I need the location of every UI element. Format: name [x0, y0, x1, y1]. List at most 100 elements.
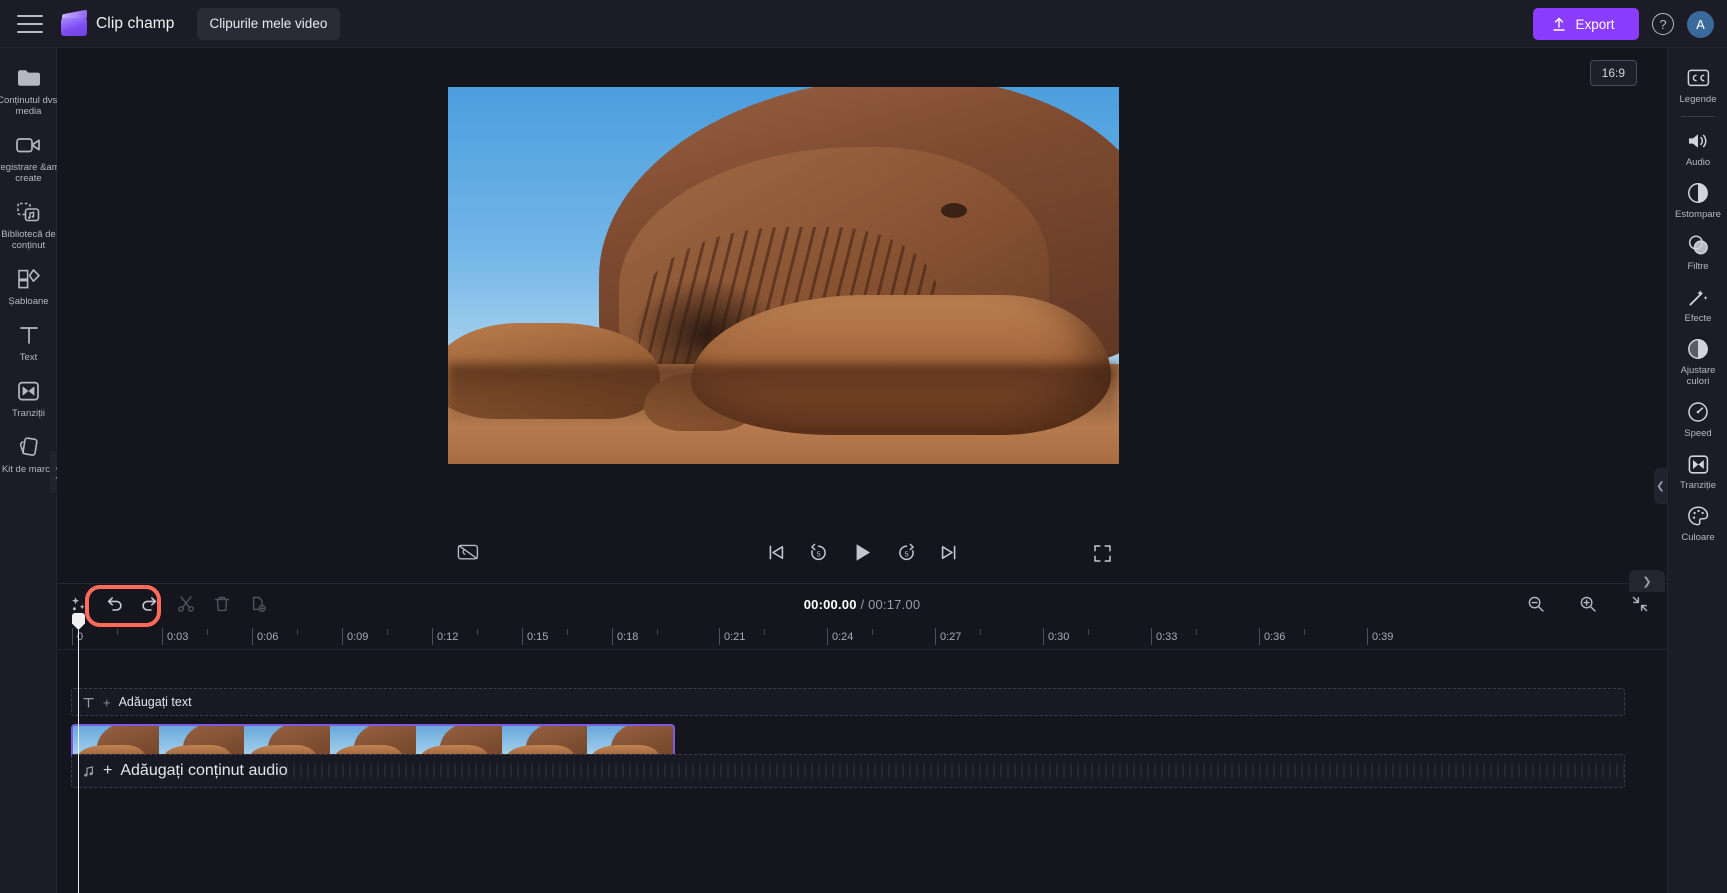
content-library-icon — [16, 199, 41, 225]
panel-item-filters[interactable]: Filtre — [1668, 225, 1727, 277]
text-icon — [18, 322, 40, 348]
ruler-tick-label: 0:30 — [1048, 631, 1070, 643]
panel-item-label: Tranziție — [1679, 480, 1717, 491]
aspect-ratio-badge[interactable]: 16:9 — [1589, 60, 1637, 86]
transport-controls: 5 5 — [57, 541, 1667, 564]
panel-item-label: Efecte — [1684, 313, 1712, 324]
preview-cave-hollow — [941, 203, 967, 218]
zoom-out-icon[interactable] — [1521, 589, 1551, 619]
speaker-icon — [1686, 129, 1710, 153]
panel-item-label: Estompare — [1675, 209, 1721, 220]
time-readout: 00:00.00 / 00:17.00 — [57, 597, 1667, 612]
sidebar-item-record-create[interactable]: Înregistrare &amp; create — [0, 123, 68, 190]
add-text-track[interactable]: + Adăugați text — [71, 688, 1625, 716]
ruler-tick-label: 0:09 — [347, 631, 369, 643]
panel-item-captions[interactable]: Legende — [1668, 58, 1727, 110]
ruler-tick-label: 0:21 — [724, 631, 746, 643]
fade-icon — [1687, 181, 1709, 205]
project-name-field[interactable]: Clipurile mele video — [196, 7, 341, 40]
help-circle-icon[interactable]: ? — [1652, 13, 1674, 35]
panel-item-color-adjust[interactable]: Ajustare culori — [1668, 329, 1727, 392]
closed-captions-icon — [1687, 66, 1710, 90]
effects-wand-icon — [1687, 285, 1710, 309]
top-bar-actions: Export ? A — [1533, 0, 1714, 48]
sidebar-item-templates[interactable]: Șabloane — [0, 257, 57, 313]
left-sidebar: Conținutul dvs. media Înregistrare &amp;… — [0, 48, 68, 893]
preview-ground-shadow — [448, 364, 1119, 422]
add-audio-track[interactable]: + Adăugați conținut audio — [71, 754, 1625, 788]
add-audio-plus: + — [103, 762, 113, 779]
svg-text:5: 5 — [904, 550, 908, 559]
templates-icon — [17, 266, 41, 292]
video-preview[interactable] — [448, 87, 1119, 464]
fullscreen-icon[interactable] — [1093, 544, 1112, 563]
panel-item-label: Ajustare culori — [1680, 365, 1716, 387]
add-text-label: Adăugați text — [118, 695, 192, 709]
forward-5s-icon[interactable]: 5 — [896, 542, 917, 563]
add-audio-label: Adăugați conținut audio — [120, 762, 288, 779]
sidebar-item-transitions[interactable]: Tranziții — [0, 369, 57, 425]
sidebar-item-text[interactable]: Text — [0, 313, 57, 369]
color-adjust-icon — [1687, 337, 1709, 361]
ruler-tick-label: 0:03 — [167, 631, 189, 643]
sidebar-item-brand-kit[interactable]: Kit de marcă ❯ — [0, 425, 67, 493]
stage-collapse-button[interactable]: ❮ — [1654, 468, 1667, 504]
timeline-zoom-controls — [1515, 589, 1655, 619]
sidebar-item-media[interactable]: Conținutul dvs. media — [0, 56, 60, 123]
play-button[interactable] — [851, 541, 874, 564]
preview-stage: 16:9 — [57, 48, 1667, 535]
transitions-icon — [17, 378, 40, 404]
zoom-in-icon[interactable] — [1573, 589, 1603, 619]
video-camera-icon — [15, 132, 42, 158]
export-button[interactable]: Export — [1533, 8, 1639, 40]
transition-icon — [1687, 452, 1710, 476]
export-button-label: Export — [1575, 16, 1615, 32]
timeline-ruler[interactable]: 0 0:03 0:06 0:09 0:12 0:15 0:18 0:21 0:2… — [58, 613, 1667, 893]
playhead[interactable] — [72, 613, 85, 893]
skip-to-end-icon[interactable] — [939, 543, 958, 562]
clipchamp-editor: Clip champ Clipurile mele video Export ?… — [0, 0, 1727, 893]
panel-item-speed[interactable]: Speed — [1668, 392, 1727, 444]
panel-item-audio[interactable]: Audio — [1668, 121, 1727, 173]
avatar[interactable]: A — [1687, 10, 1714, 38]
svg-text:5: 5 — [816, 550, 820, 559]
panel-item-transition[interactable]: Tranziție — [1668, 444, 1727, 496]
panel-item-label: Legende — [1679, 94, 1717, 105]
add-text-plus: + — [103, 694, 111, 710]
panel-item-label: Audio — [1685, 157, 1711, 168]
palette-icon — [1687, 504, 1710, 528]
speedometer-icon — [1687, 400, 1709, 424]
panel-item-label: Speed — [1684, 428, 1712, 439]
player-controls: 5 5 — [57, 535, 1667, 581]
ruler-tick-label: 0:12 — [437, 631, 459, 643]
divider — [1680, 116, 1715, 117]
ruler-tick-label: 0:18 — [617, 631, 639, 643]
brand-name: Clip champ — [96, 14, 175, 32]
audio-waveform-decoration — [272, 755, 1624, 787]
ruler-tick-label: 0:06 — [257, 631, 279, 643]
ruler-tick-label: 0:27 — [940, 631, 962, 643]
ruler-tick-label: 0:33 — [1156, 631, 1178, 643]
hamburger-icon[interactable] — [17, 14, 43, 33]
sidebar-item-content-library[interactable]: Bibliotecă de conținut — [0, 190, 57, 257]
ruler-tick-label: 0:15 — [527, 631, 549, 643]
ruler-tick-label: 0:39 — [1372, 631, 1394, 643]
media-folder-icon — [16, 65, 42, 91]
panel-item-fade[interactable]: Estompare — [1668, 173, 1727, 225]
current-time: 00:00.00 — [803, 596, 857, 612]
timeline-toolbar: 00:00.00 / 00:17.00 — [57, 584, 1667, 627]
brand-kit-icon — [17, 434, 41, 460]
panel-item-effects[interactable]: Efecte — [1668, 277, 1727, 329]
skip-to-start-icon[interactable] — [767, 543, 786, 562]
fit-to-screen-icon[interactable] — [1625, 589, 1655, 619]
panel-item-label: Filtre — [1687, 261, 1709, 272]
top-bar: Clip champ Clipurile mele video Export ?… — [0, 0, 1727, 48]
chevron-down-icon[interactable]: ❯ — [1629, 570, 1665, 592]
timeline: 00:00.00 / 00:17.00 0 0:03 0:06 0:09 0:1… — [57, 583, 1667, 893]
ruler-tick-label: 0:24 — [832, 631, 854, 643]
rewind-5s-icon[interactable]: 5 — [808, 542, 829, 563]
panel-item-color[interactable]: Culoare — [1668, 496, 1727, 548]
ruler-tick-label: 0:36 — [1264, 631, 1286, 643]
filters-icon — [1687, 233, 1710, 257]
timeline-tracks: + Adăugați text + Adăugați conținut audi… — [57, 650, 1667, 788]
